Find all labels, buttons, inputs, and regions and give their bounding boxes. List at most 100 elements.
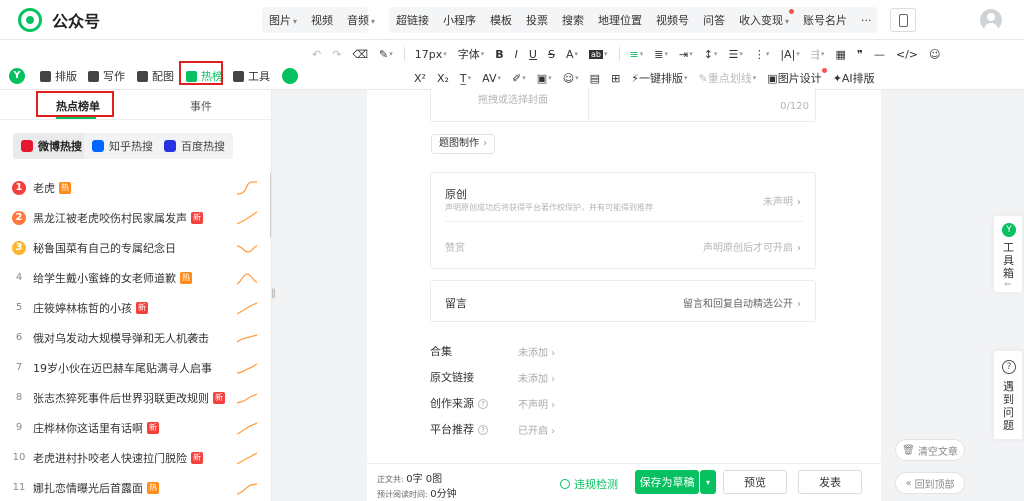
- hot-list-item[interactable]: 4 给学生戴小蜜蜂的女老师道歉热: [12, 267, 262, 289]
- table-icon[interactable]: ▦: [836, 48, 846, 61]
- insert-image-icon[interactable]: ▣ ▾: [537, 72, 552, 85]
- source-weibo[interactable]: 微博热搜: [13, 133, 90, 159]
- setting-value[interactable]: 未添加 ›: [518, 344, 555, 359]
- image-design-button[interactable]: ▣ 图片设计: [767, 68, 827, 86]
- preview-button[interactable]: 预览: [723, 470, 787, 494]
- hot-list-item[interactable]: 3 秘鲁国菜有自己的专属纪念日: [12, 237, 262, 259]
- collapse-panel-handle[interactable]: ‖: [271, 288, 281, 310]
- back-to-top-button[interactable]: «回到顶部: [895, 472, 965, 494]
- help-icon[interactable]: ?: [478, 399, 488, 409]
- underline-style-icon[interactable]: T̲ ▾: [460, 72, 471, 85]
- menu-account-card[interactable]: 账号名片: [796, 12, 854, 28]
- menu-qa[interactable]: 问答: [696, 12, 732, 28]
- violation-check-button[interactable]: 违规检测: [560, 476, 618, 492]
- hot-tag-badge: 新: [191, 212, 203, 224]
- format-painter-icon[interactable]: ✎ ▾: [379, 48, 393, 61]
- toolbox-float[interactable]: Y 工具箱 ⇐: [993, 215, 1023, 293]
- subscript-icon[interactable]: X₂: [437, 72, 449, 85]
- divider-icon[interactable]: —: [874, 48, 885, 61]
- save-draft-button[interactable]: 保存为草稿: [635, 470, 699, 494]
- char-spacing-icon[interactable]: AV ▾: [482, 72, 501, 85]
- list-icon[interactable]: ⋮ ▾: [754, 48, 770, 61]
- font-size-select[interactable]: 17px ▾: [415, 48, 447, 61]
- menu-miniprogram[interactable]: 小程序: [436, 12, 483, 28]
- italic-button[interactable]: I: [515, 48, 518, 61]
- hot-list-item[interactable]: 11 娜扎恋情曝光后首露面热: [12, 477, 262, 499]
- hot-list-item[interactable]: 1 老虎热: [12, 177, 262, 199]
- align-left-icon[interactable]: ≡ ▾: [630, 48, 644, 61]
- status-toggle[interactable]: [282, 68, 298, 84]
- hot-list-item[interactable]: 9 庄桦林你这话里有话啊新: [12, 417, 262, 439]
- publish-button[interactable]: 发表: [798, 470, 862, 494]
- hot-list-item[interactable]: 6 俄对乌发动大规模导弹和无人机袭击: [12, 327, 262, 349]
- menu-search[interactable]: 搜索: [555, 12, 591, 28]
- cover-tool-button[interactable]: 题图制作 ›: [431, 134, 495, 154]
- source-zhihu[interactable]: 知乎热搜: [84, 133, 161, 159]
- mobile-preview-button[interactable]: [890, 8, 916, 32]
- menu-monetize[interactable]: 收入变现 ▾: [732, 9, 796, 28]
- insert-widget-icon[interactable]: ⊞: [611, 72, 620, 85]
- menu-hyperlink[interactable]: 超链接: [389, 12, 436, 28]
- hot-list-item[interactable]: 7 19岁小伙在迈巴赫车尾贴满寻人启事: [12, 357, 262, 379]
- setting-value[interactable]: 已开启 ›: [518, 422, 555, 437]
- strikethrough-button[interactable]: S: [548, 48, 555, 61]
- line-height-icon[interactable]: ↕ ▾: [704, 48, 718, 61]
- brush-icon[interactable]: ✐ ▾: [512, 72, 526, 85]
- menu-vote[interactable]: 投票: [519, 12, 555, 28]
- hot-list-item[interactable]: 10 老虎进村扑咬老人快速拉门脱险新: [12, 447, 262, 469]
- hot-tag-badge: 热: [59, 182, 71, 194]
- help-icon[interactable]: ?: [478, 425, 488, 435]
- source-baidu[interactable]: 百度热搜: [156, 133, 233, 159]
- underline-button[interactable]: U: [529, 48, 537, 61]
- text-color-button[interactable]: A ▾: [566, 48, 578, 61]
- undo-icon[interactable]: ↶: [312, 48, 321, 61]
- comment-setting[interactable]: 留言和回复自动精选公开 ›: [683, 295, 801, 310]
- hot-list-item[interactable]: 8 张志杰猝死事件后世界羽联更改规则新: [12, 387, 262, 409]
- clear-article-button[interactable]: 🗑 清空文章: [895, 439, 965, 461]
- menu-more[interactable]: ···: [854, 14, 879, 27]
- menu-location[interactable]: 地理位置: [591, 12, 649, 28]
- quote-icon[interactable]: ❞: [857, 48, 863, 61]
- hot-list-item[interactable]: 5 庄筱婷林栋哲的小孩新: [12, 297, 262, 319]
- paragraph-spacing-icon[interactable]: ☰ ▾: [728, 48, 742, 61]
- scrollbar[interactable]: [270, 172, 271, 238]
- reward-setting[interactable]: 声明原创后才可开启 ›: [703, 239, 801, 254]
- hot-list-item[interactable]: 2 黑龙江被老虎咬伤村民家属发声新: [12, 207, 262, 229]
- menu-template[interactable]: 模板: [483, 12, 519, 28]
- plugin-badge-icon[interactable]: Y: [9, 68, 25, 84]
- highlight-line-button[interactable]: ✎ 重点划线 ▾: [699, 70, 757, 86]
- insert-emoji-icon[interactable]: ☺ ▾: [563, 72, 579, 85]
- code-icon[interactable]: </>: [896, 48, 918, 61]
- align-center-icon[interactable]: ≣ ▾: [654, 48, 668, 61]
- superscript-icon[interactable]: X²: [414, 72, 426, 85]
- tool-image[interactable]: 配图: [137, 68, 174, 84]
- tool-layout[interactable]: 排版: [40, 68, 77, 84]
- font-family-select[interactable]: 字体 ▾: [458, 46, 485, 62]
- menu-channels[interactable]: 视频号: [649, 12, 696, 28]
- ordered-list-icon[interactable]: ⇶ ▾: [811, 48, 825, 61]
- setting-value[interactable]: 不声明 ›: [518, 396, 555, 411]
- original-setting[interactable]: 未声明 ›: [763, 193, 801, 208]
- redo-icon[interactable]: ↷: [332, 48, 341, 61]
- bold-button[interactable]: B: [495, 48, 503, 61]
- indent-icon[interactable]: ⇥ ▾: [679, 48, 693, 61]
- ai-layout-button[interactable]: ✦ AI排版: [833, 70, 875, 86]
- avatar[interactable]: [980, 9, 1002, 31]
- menu-image[interactable]: 图片 ▾: [262, 12, 304, 28]
- app-logo[interactable]: 公众号: [18, 8, 100, 32]
- emoji-icon[interactable]: ☺: [929, 48, 940, 61]
- one-click-layout-button[interactable]: ⚡ 一键排版 ▾: [631, 70, 687, 86]
- cover-placeholder[interactable]: 拖拽或选择封面: [478, 91, 548, 106]
- background-color-icon[interactable]: ab ▾: [589, 49, 608, 59]
- clear-format-icon[interactable]: ⌫: [352, 48, 368, 61]
- tool-tools[interactable]: 工具: [233, 68, 270, 84]
- tab-events[interactable]: 事件: [190, 98, 212, 114]
- menu-video[interactable]: 视频: [304, 12, 340, 28]
- save-options-dropdown[interactable]: ▾: [700, 470, 716, 494]
- insert-video-icon[interactable]: ▤: [590, 72, 600, 85]
- help-float[interactable]: ? 遇到问题: [993, 350, 1023, 440]
- menu-audio[interactable]: 音频 ▾: [340, 12, 382, 28]
- setting-value[interactable]: 未添加 ›: [518, 370, 555, 385]
- tool-writing[interactable]: 写作: [88, 68, 125, 84]
- letter-spacing-icon[interactable]: |A| ▾: [780, 48, 799, 61]
